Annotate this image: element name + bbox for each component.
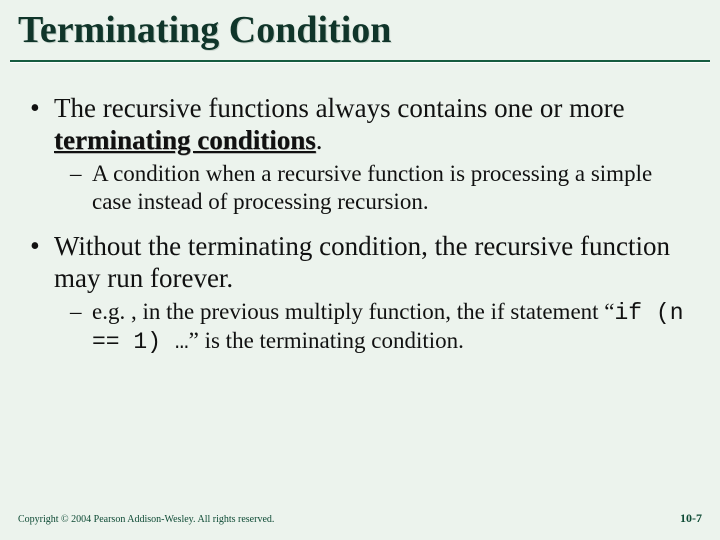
footer: Copyright © 2004 Pearson Addison-Wesley.… (18, 511, 702, 526)
bullet-dot: • (30, 92, 54, 156)
bullet-1-text: The recursive functions always contains … (54, 92, 690, 156)
copyright-text: Copyright © 2004 Pearson Addison-Wesley.… (18, 514, 274, 525)
sub2-part1: e.g. , in the previous multiply function… (92, 299, 615, 324)
bullet-dot: • (30, 230, 54, 294)
sub2-part2: ” is the terminating condition. (189, 328, 464, 353)
page-title: Terminating Condition (18, 8, 702, 52)
slide-content: • The recursive functions always contain… (0, 62, 720, 356)
sub-bullet-2-text: e.g. , in the previous multiply function… (92, 298, 690, 356)
sub-dash: – (70, 160, 92, 216)
bullet-1-bold: terminating conditions (54, 125, 316, 155)
sub-dash: – (70, 298, 92, 356)
bullet-1-part1: The recursive functions always contains … (54, 93, 625, 123)
bullet-2-text: Without the terminating condition, the r… (54, 230, 690, 294)
sub-bullet-2: – e.g. , in the previous multiply functi… (70, 298, 690, 356)
bullet-1-part2: . (316, 125, 323, 155)
bullet-1: • The recursive functions always contain… (30, 92, 690, 156)
bullet-2: • Without the terminating condition, the… (30, 230, 690, 294)
sub-bullet-1-text: A condition when a recursive function is… (92, 160, 690, 216)
sub-bullet-1: – A condition when a recursive function … (70, 160, 690, 216)
page-number: 10-7 (680, 511, 702, 526)
